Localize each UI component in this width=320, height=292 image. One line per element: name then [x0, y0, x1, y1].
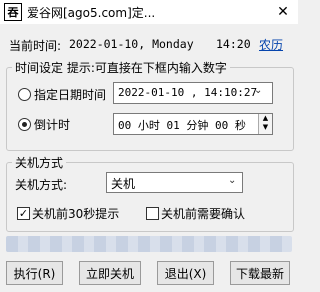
datetime-picker[interactable]: 2022-01-10 , 14:10:27: [113, 82, 273, 104]
time-setting-label: 时间设定 提示:可直接在下框内输入数字: [12, 59, 230, 76]
chevron-down-icon[interactable]: ⌄: [254, 85, 262, 96]
countdown-spinner[interactable]: ▲ ▼: [258, 114, 272, 134]
chevron-down-icon[interactable]: ⌄: [228, 175, 236, 186]
shutdown-method-group-label: 关机方式: [12, 154, 67, 171]
specified-time-label[interactable]: 指定日期时间: [34, 86, 106, 103]
countdown-value: 00 小时 01 分钟 00 秒: [118, 119, 246, 132]
spin-down-icon[interactable]: ▼: [259, 123, 272, 132]
shutdown-method-select[interactable]: 关机: [106, 172, 243, 193]
close-icon[interactable]: ✕: [268, 0, 298, 24]
current-date: 2022-01-10, Monday: [69, 37, 194, 51]
lunar-calendar-link[interactable]: 农历: [259, 36, 283, 53]
app-icon: 吞: [4, 3, 22, 21]
shutdown-now-button[interactable]: 立即关机: [79, 261, 141, 285]
countdown-label[interactable]: 倒计时: [34, 116, 70, 133]
current-time-label: 当前时间:: [9, 39, 62, 53]
confirm-label[interactable]: 关机前需要确认: [161, 205, 245, 222]
confirm-checkbox[interactable]: [146, 207, 159, 220]
time-setting-group: [6, 67, 294, 151]
current-clock: 14:20: [216, 37, 251, 51]
shutdown-method-value: 关机: [111, 177, 136, 191]
prompt-30s-label[interactable]: 关机前30秒提示: [32, 205, 119, 222]
specified-time-radio[interactable]: [18, 88, 31, 101]
exit-button[interactable]: 退出(X): [157, 261, 214, 285]
progress-fill: [6, 236, 292, 252]
shutdown-method-label: 关机方式:: [15, 178, 68, 192]
execute-button[interactable]: 执行(R): [6, 261, 63, 285]
progress-bar: [6, 236, 292, 252]
spin-up-icon[interactable]: ▲: [259, 114, 272, 123]
datetime-value: 2022-01-10 , 14:10:27: [118, 86, 258, 99]
prompt-30s-checkbox[interactable]: ✓: [17, 207, 30, 220]
window-title: 爱谷网[ago5.com]定...: [27, 6, 156, 20]
download-latest-button[interactable]: 下载最新: [230, 261, 290, 285]
countdown-radio[interactable]: [18, 118, 31, 131]
countdown-input[interactable]: 00 小时 01 分钟 00 秒: [113, 113, 273, 135]
